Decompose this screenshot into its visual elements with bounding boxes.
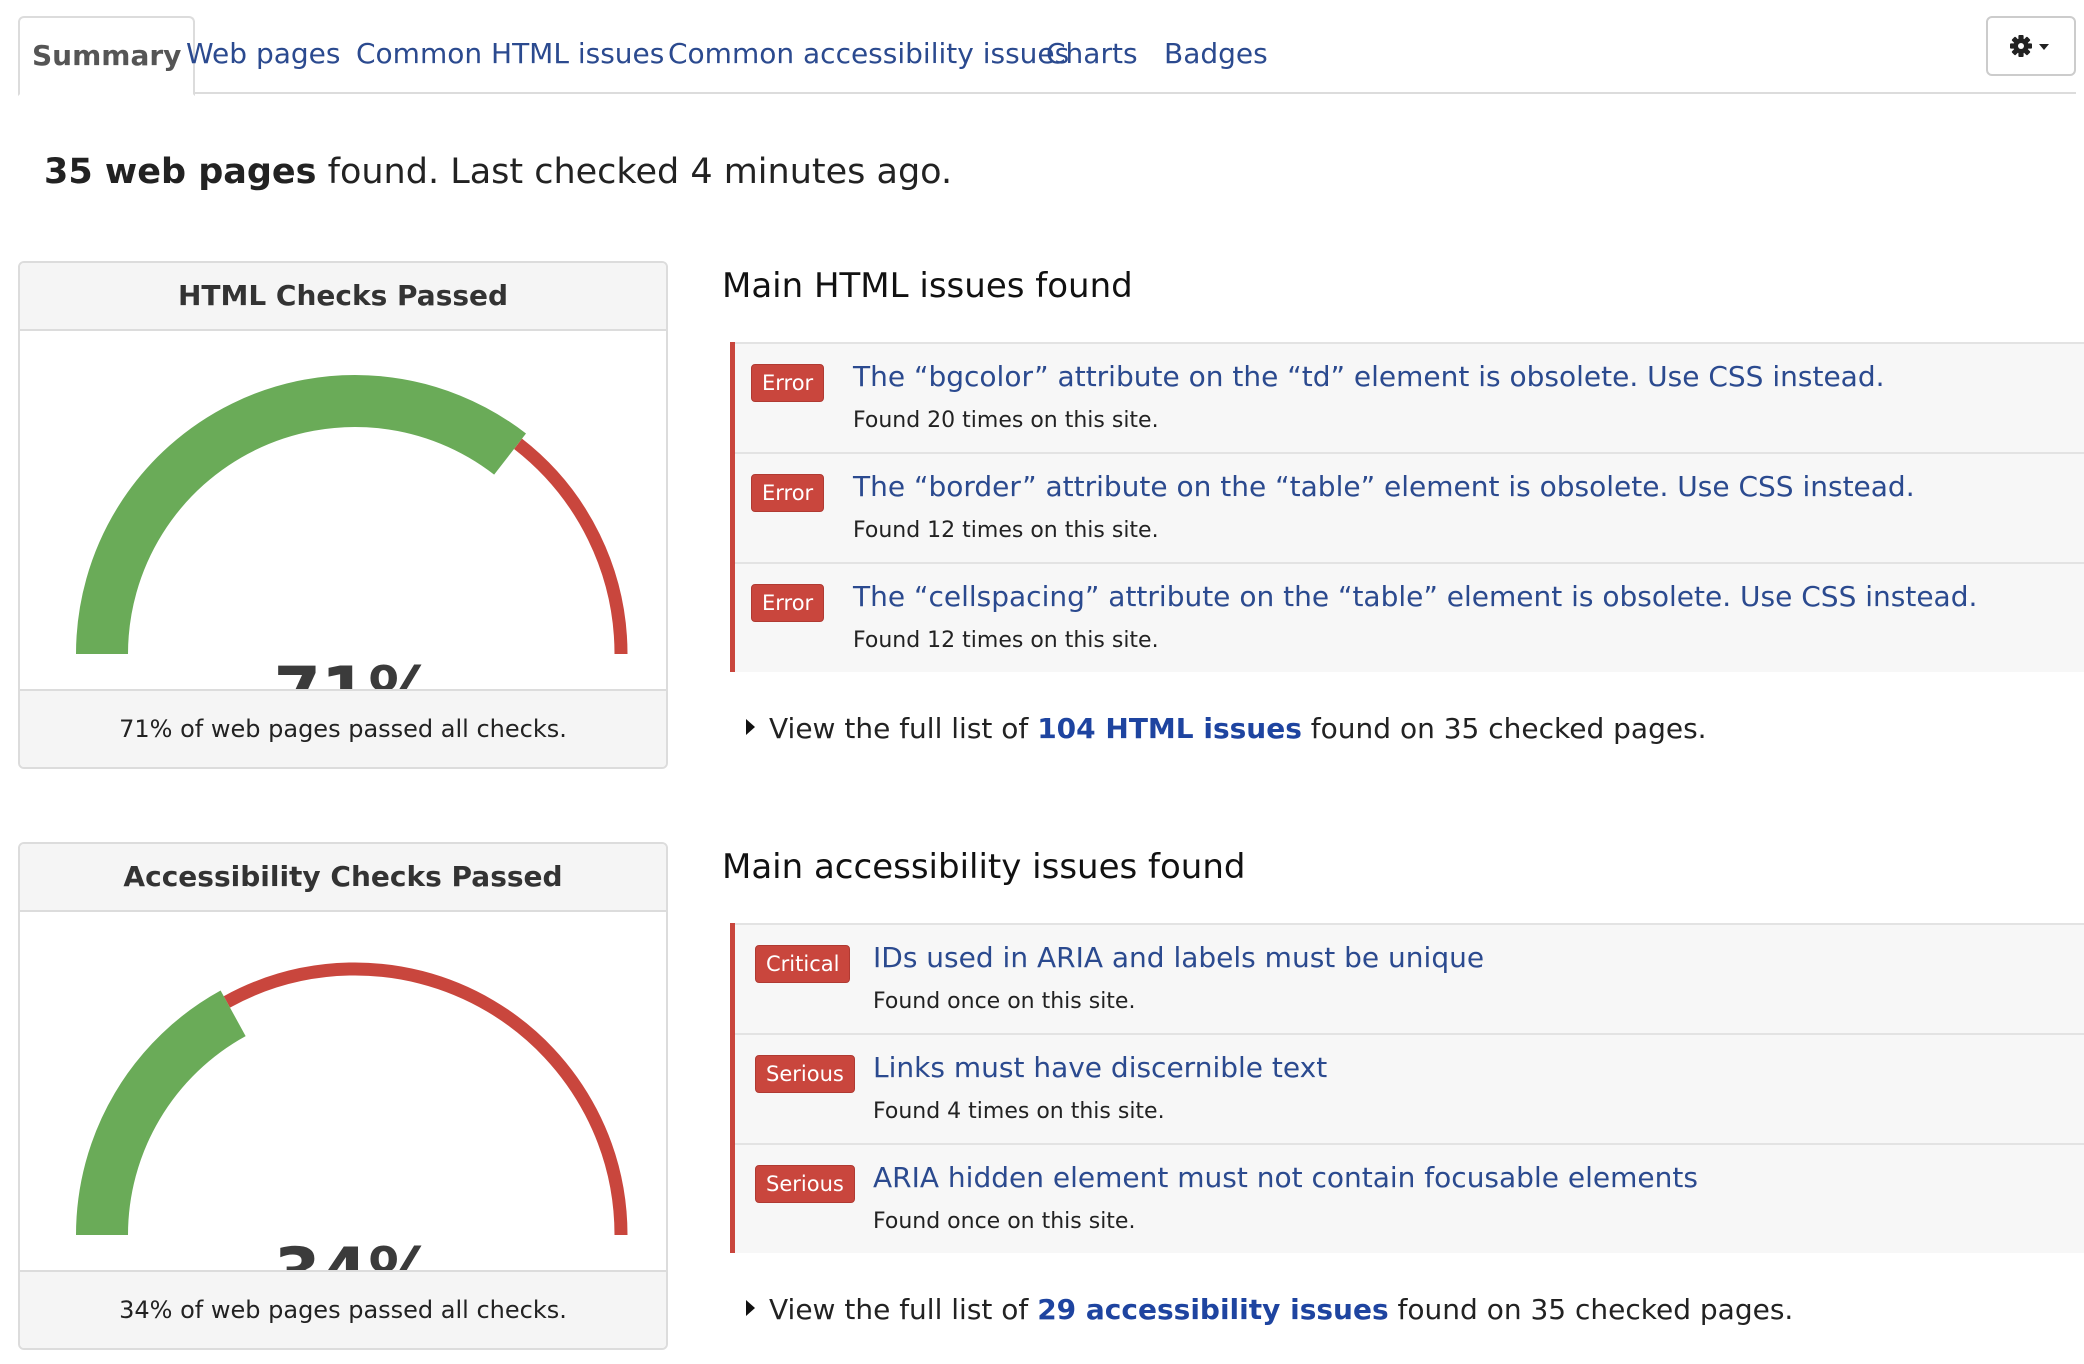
panel-footer: 34% of web pages passed all checks. (20, 1270, 666, 1348)
severity-badge: Serious (755, 1055, 855, 1093)
html-issues-heading: Main HTML issues found (722, 266, 1133, 306)
disclosure-triangle-icon[interactable] (746, 719, 755, 735)
list-item: Error The “bgcolor” attribute on the “td… (735, 342, 2084, 452)
list-item: Error The “border” attribute on the “tab… (735, 452, 2084, 562)
list-item: Critical IDs used in ARIA and labels mus… (735, 923, 2084, 1033)
view-all-suffix: found on 35 checked pages. (1388, 1293, 1794, 1326)
site-summary: 35 web pages found. Last checked 4 minut… (44, 152, 952, 192)
gauge-chart (76, 375, 628, 655)
last-checked-text: found. Last checked 4 minutes ago. (316, 152, 953, 192)
list-item: Error The “cellspacing” attribute on the… (735, 562, 2084, 672)
severity-badge: Serious (755, 1165, 855, 1203)
panel-footer: 71% of web pages passed all checks. (20, 689, 666, 767)
issue-link[interactable]: ARIA hidden element must not contain foc… (873, 1161, 1698, 1194)
page-count: 35 web pages (44, 152, 317, 192)
issue-count: Found 4 times on this site. (873, 1099, 1165, 1124)
accessibility-issues-heading: Main accessibility issues found (722, 847, 1246, 887)
tab-common-html-issues[interactable]: Common HTML issues (356, 16, 664, 94)
view-all-prefix: View the full list of (769, 1293, 1038, 1326)
issue-link[interactable]: Links must have discernible text (873, 1051, 1327, 1084)
gauge-fail-arc (223, 962, 628, 1236)
list-item: Serious Links must have discernible text… (735, 1033, 2084, 1143)
tab-charts[interactable]: Charts (1046, 16, 1138, 94)
issue-count: Found once on this site. (873, 1209, 1136, 1234)
issue-link[interactable]: The “border” attribute on the “table” el… (853, 470, 1915, 503)
gauge-fail-arc (514, 438, 628, 655)
view-all-accessibility-issues: View the full list of 29 accessibility i… (746, 1293, 1793, 1326)
disclosure-triangle-icon[interactable] (746, 1300, 755, 1316)
gauge-pass-arc (76, 990, 246, 1236)
issue-link[interactable]: IDs used in ARIA and labels must be uniq… (873, 941, 1484, 974)
issue-link[interactable]: The “bgcolor” attribute on the “td” elem… (853, 360, 1885, 393)
gauge-chart (76, 962, 628, 1236)
html-checks-panel: HTML Checks Passed 71% 71% of web pages … (18, 261, 668, 769)
severity-badge: Error (751, 474, 825, 512)
view-all-suffix: found on 35 checked pages. (1301, 712, 1707, 745)
issue-count: Found once on this site. (873, 989, 1136, 1014)
caret-down-icon (2039, 44, 2049, 50)
view-all-prefix: View the full list of (769, 712, 1038, 745)
severity-badge: Critical (755, 945, 851, 983)
tab-common-accessibility-issues[interactable]: Common accessibility issues (668, 16, 1069, 94)
view-all-html-issues-link[interactable]: 104 HTML issues (1037, 712, 1302, 745)
accessibility-issues-list: Critical IDs used in ARIA and labels mus… (730, 923, 2084, 1253)
accessibility-checks-panel: Accessibility Checks Passed 34% 34% of w… (18, 842, 668, 1350)
gauge-pass-arc (76, 375, 526, 655)
nav-tabs: Summary Web pages Common HTML issues Com… (18, 16, 2076, 96)
issue-count: Found 12 times on this site. (853, 628, 1159, 653)
issue-link[interactable]: The “cellspacing” attribute on the “tabl… (853, 580, 1977, 613)
html-gauge: 71% (20, 331, 666, 732)
tab-summary[interactable]: Summary (18, 16, 196, 96)
severity-badge: Error (751, 364, 825, 402)
tab-badges[interactable]: Badges (1164, 16, 1268, 94)
html-issues-list: Error The “bgcolor” attribute on the “td… (730, 342, 2084, 672)
panel-title: HTML Checks Passed (20, 263, 666, 331)
gear-icon (2010, 35, 2049, 57)
accessibility-gauge: 34% (20, 912, 666, 1313)
tab-web-pages[interactable]: Web pages (186, 16, 340, 94)
issue-count: Found 12 times on this site. (853, 518, 1159, 543)
severity-badge: Error (751, 584, 825, 622)
issue-count: Found 20 times on this site. (853, 408, 1159, 433)
panel-title: Accessibility Checks Passed (20, 844, 666, 912)
view-all-accessibility-issues-link[interactable]: 29 accessibility issues (1037, 1293, 1388, 1326)
list-item: Serious ARIA hidden element must not con… (735, 1143, 2084, 1253)
settings-dropdown-button[interactable] (1986, 16, 2076, 76)
view-all-html-issues: View the full list of 104 HTML issues fo… (746, 712, 1707, 745)
